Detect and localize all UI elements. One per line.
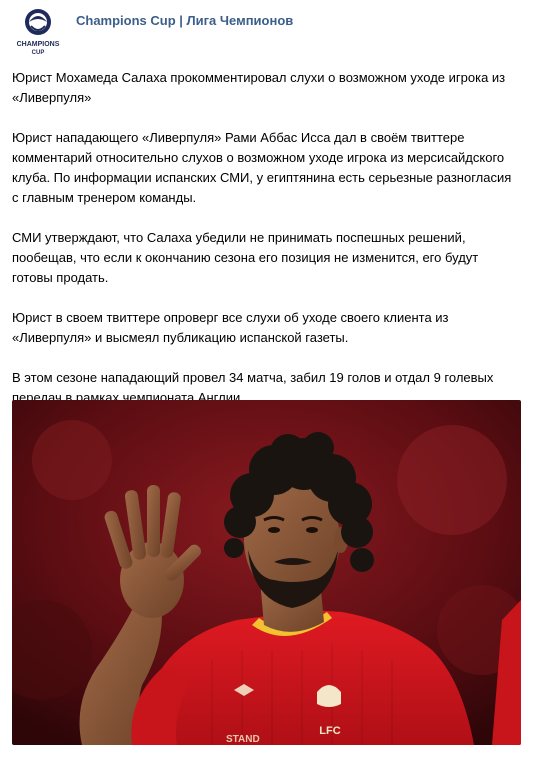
post-paragraph: Юрист Мохамеда Салаха прокомментировал с… (12, 70, 506, 105)
salah-waving-photo: LFC STAND (12, 400, 521, 745)
shirt-lfc-text: LFC (319, 725, 340, 737)
post-paragraph: СМИ утверждают, что Салаха убедили не пр… (12, 230, 479, 285)
post-paragraph: Юрист в своем твиттере опроверг все слух… (12, 310, 449, 345)
post-photo[interactable]: LFC STAND (12, 400, 521, 745)
shirt-sponsor-text: STAND (226, 734, 260, 745)
post-text: Юрист Мохамеда Салаха прокомментировал с… (12, 68, 522, 428)
post-author-link[interactable]: Champions Cup | Лига Чемпионов (76, 13, 293, 28)
avatar-text-champions: CHAMPIONS (17, 41, 60, 48)
post-paragraph: Юрист нападающего «Ливерпуля» Рами Аббас… (12, 130, 512, 205)
post-header: CHAMPIONS CUP Champions Cup | Лига Чемпи… (10, 6, 523, 56)
champions-cup-logo-icon: CHAMPIONS CUP (17, 9, 60, 56)
group-avatar[interactable]: CHAMPIONS CUP (15, 6, 61, 56)
avatar-text-cup: CUP (32, 50, 45, 56)
